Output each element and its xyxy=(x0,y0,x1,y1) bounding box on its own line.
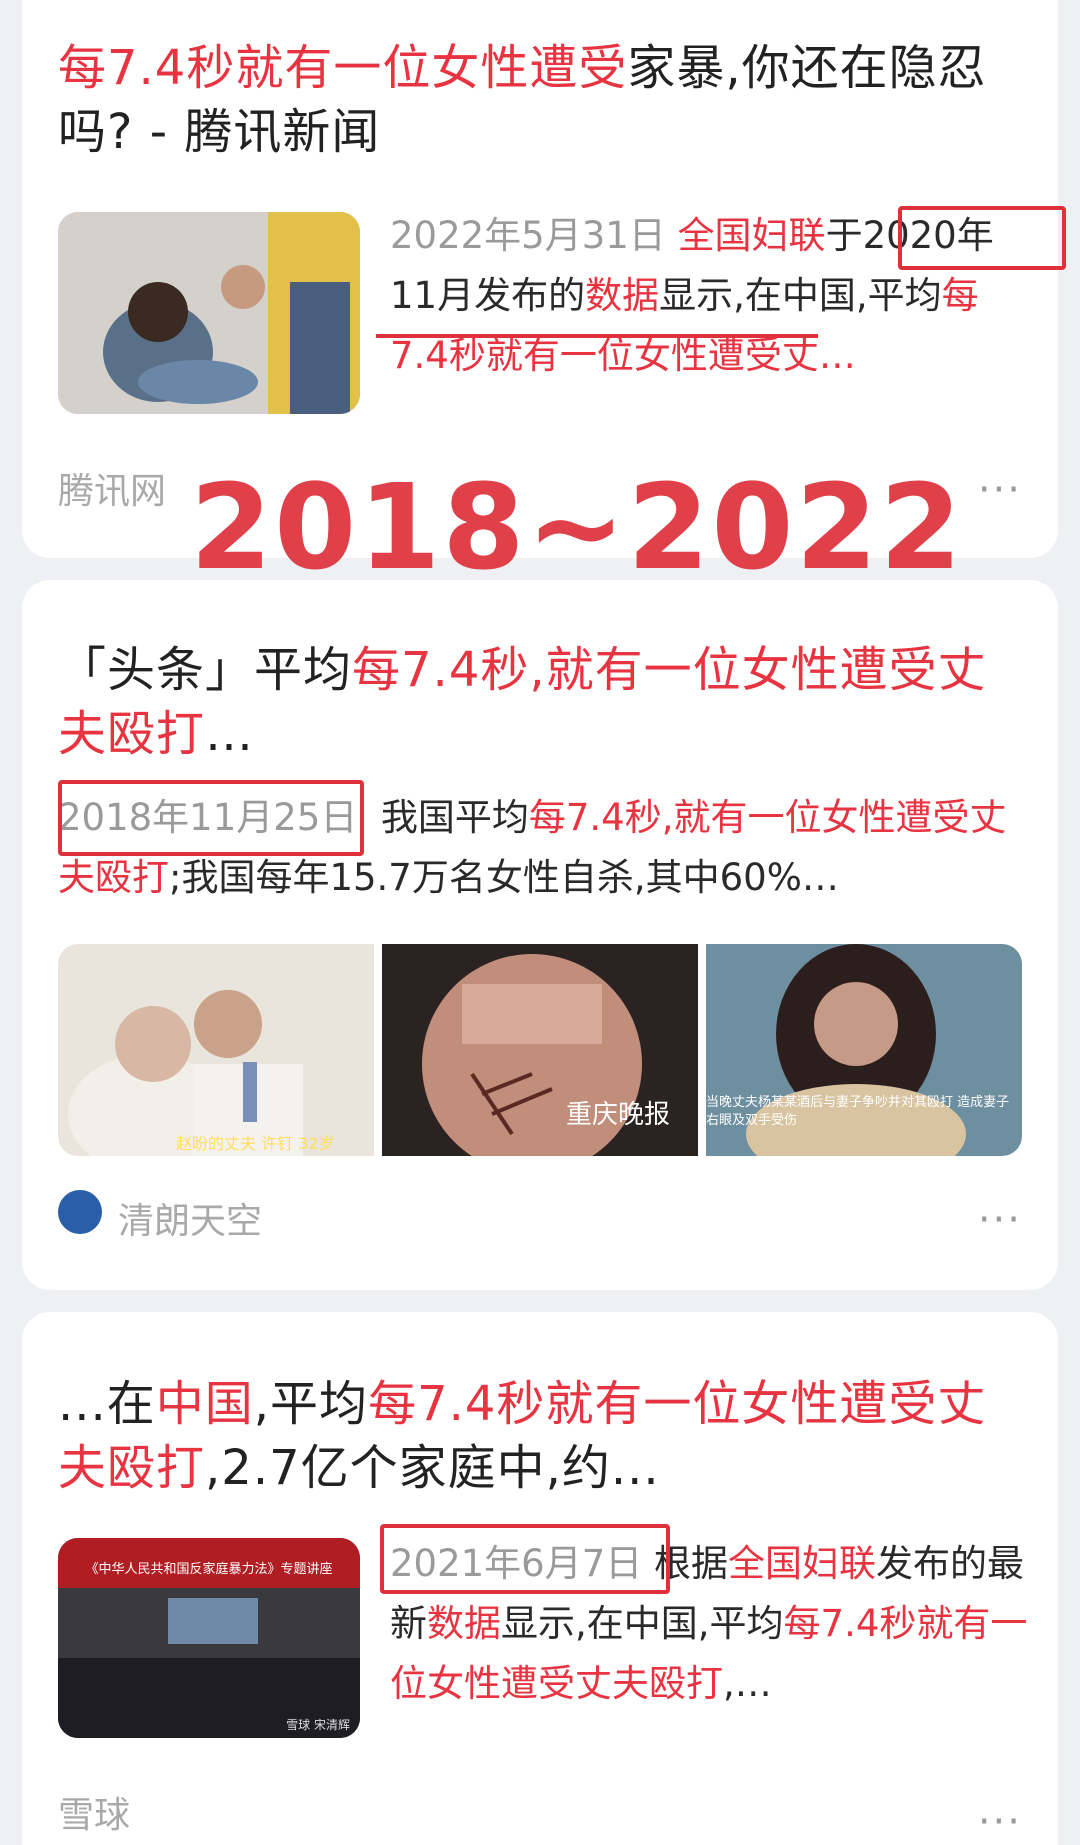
thumbnail-image[interactable]: 重庆晚报 xyxy=(382,944,698,1156)
source-name[interactable]: 腾讯网 xyxy=(58,462,166,514)
domestic-violence-illustration xyxy=(58,212,360,414)
snippet-highlight: 数据 xyxy=(585,274,660,317)
source-name[interactable]: 清朗天空 xyxy=(118,1192,262,1244)
snippet-text: 于 xyxy=(825,214,863,257)
image-caption: 赵盼的丈夫 许钉 32岁 xyxy=(176,1134,335,1153)
result-title[interactable]: 每7.4秒就有一位女性遭受家暴,你还在隐忍吗? - 腾讯新闻 xyxy=(58,36,1022,164)
result-title[interactable]: ...在中国,平均每7.4秒就有一位女性遭受丈夫殴打,2.7亿个家庭中,约... xyxy=(58,1372,1022,1500)
image-caption: 《中华人民共和国反家庭暴力法》专题讲座 xyxy=(85,1562,333,1577)
publish-date: 2022年5月31日 xyxy=(390,214,666,257)
year-range-overlay: 2018~2022 xyxy=(190,458,964,596)
annotation-box xyxy=(898,206,1066,270)
avatar[interactable] xyxy=(58,1190,102,1234)
title-text: ,2.7亿个家庭中,约... xyxy=(205,1440,660,1496)
snippet-text: 我国平均 xyxy=(380,796,529,839)
snippet-highlight: 全国妇联 xyxy=(728,1542,877,1585)
snippet-highlight: 数据 xyxy=(427,1602,501,1645)
couple-photo xyxy=(58,944,374,1156)
more-icon[interactable]: ··· xyxy=(978,470,1022,510)
more-icon[interactable]: ··· xyxy=(978,1200,1022,1240)
snippet-highlight: 全国妇联 xyxy=(677,214,826,257)
annotation-box xyxy=(58,780,364,856)
snippet-text: ,… xyxy=(723,1662,772,1705)
title-highlight: 中国 xyxy=(155,1376,254,1432)
snippet-text: ;我国每年15.7万名女性自杀,其中60%… xyxy=(169,856,839,899)
result-title[interactable]: 「头条」平均每7.4秒,就有一位女性遭受丈夫殴打… xyxy=(58,638,1022,766)
image-watermark: 雪球 宋清辉 xyxy=(286,1718,350,1732)
result-card-2[interactable]: 「头条」平均每7.4秒,就有一位女性遭受丈夫殴打… 2018年11月25日 我国… xyxy=(22,580,1058,1290)
more-icon[interactable]: ··· xyxy=(978,1802,1022,1842)
snippet-text: 显示,在中国,平均 xyxy=(659,274,942,317)
title-text: ,平均 xyxy=(253,1376,369,1432)
title-text: … xyxy=(205,706,255,762)
source-name[interactable]: 雪球 xyxy=(58,1786,130,1838)
title-highlight: 每7.4秒就有一位女性遭受 xyxy=(58,40,628,96)
image-watermark: 重庆晚报 xyxy=(566,1100,671,1130)
thumbnail-image[interactable]: 《中华人民共和国反家庭暴力法》专题讲座 雪球 宋清辉 xyxy=(58,1538,360,1738)
thumbnail-image[interactable] xyxy=(58,212,360,414)
image-caption: 当晚丈夫杨某某酒后与妻子争吵并对其殴打 造成妻子右眼及双手受伤 xyxy=(706,1095,1010,1128)
thumbnail-image[interactable]: 赵盼的丈夫 许钉 32岁 xyxy=(58,944,374,1156)
result-card-3[interactable]: ...在中国,平均每7.4秒就有一位女性遭受丈夫殴打,2.7亿个家庭中,约...… xyxy=(22,1312,1058,1845)
title-text: ...在 xyxy=(58,1376,156,1432)
title-text: 「头条」平均 xyxy=(58,642,353,698)
thumbnail-image[interactable]: 当晚丈夫杨某某酒后与妻子争吵并对其殴打 造成妻子右眼及双手受伤 xyxy=(706,944,1022,1156)
annotation-box xyxy=(380,1524,670,1594)
snippet-text: 显示,在中国,平均 xyxy=(501,1602,784,1645)
annotation-underline xyxy=(376,334,818,338)
